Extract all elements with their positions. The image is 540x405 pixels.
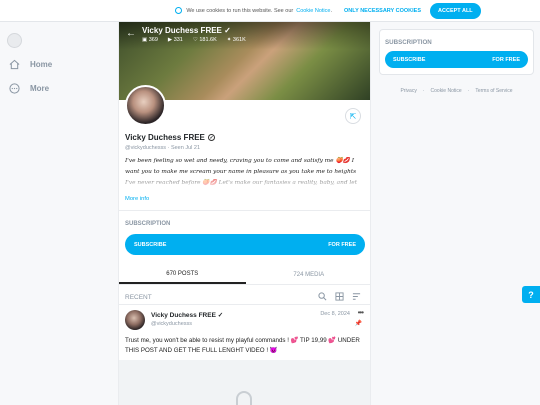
search-icon[interactable] <box>318 292 327 301</box>
post-menu-icon[interactable]: ••• <box>358 308 364 317</box>
help-icon: ? <box>528 289 534 300</box>
cover-title: Vicky Duchess FREE ✓ <box>142 26 231 35</box>
back-arrow-icon[interactable]: ← <box>126 28 136 39</box>
post-text: Trust me, you won't be able to resist my… <box>125 337 360 354</box>
feed-tools <box>318 292 361 301</box>
profile-main: ← Vicky Duchess FREE ✓ ▣ 369 ▶ 331 ♡ 181… <box>118 22 371 405</box>
sort-icon[interactable] <box>352 292 361 301</box>
tab-media[interactable]: 724 MEDIA <box>246 265 371 284</box>
post-date: Dec 8, 2024 <box>320 311 350 317</box>
likes-count: ♡ 181.6K <box>192 37 217 43</box>
locked-media[interactable] <box>119 360 370 405</box>
cookie-notice-link[interactable]: Cookie Notice <box>296 8 330 14</box>
profile-stats: ▣ 369 ▶ 331 ♡ 181.6K ✦ 361K <box>142 37 246 43</box>
post-author-avatar[interactable] <box>125 310 145 330</box>
verified-icon: ✓ <box>217 312 224 319</box>
subscribe-button[interactable]: SUBSCRIBE FOR FREE <box>385 51 528 68</box>
help-button[interactable]: ? <box>522 286 540 303</box>
footer-links: Privacy · Cookie Notice · Terms of Servi… <box>400 88 513 94</box>
privacy-link[interactable]: Privacy <box>400 88 416 94</box>
terms-link[interactable]: Terms of Service <box>475 88 512 94</box>
verified-icon: ✓ <box>224 26 231 35</box>
profile-avatar[interactable] <box>125 85 166 126</box>
share-icon: ⇱ <box>349 111 357 121</box>
subscribe-button[interactable]: SUBSCRIBE FOR FREE <box>125 234 365 255</box>
pin-icon: 📌 <box>354 321 362 327</box>
user-avatar[interactable] <box>7 33 22 48</box>
cookie-banner: We use cookies to run this website. See … <box>0 0 540 22</box>
info-icon <box>175 7 183 14</box>
nav-item-label: More <box>30 84 50 93</box>
more-icon <box>9 83 20 94</box>
subscription-card: SUBSCRIPTION SUBSCRIBE FOR FREE <box>379 29 534 75</box>
grid-icon[interactable] <box>335 292 344 301</box>
cookie-notice-link[interactable]: Cookie Notice <box>431 88 462 94</box>
subscription-label: SUBSCRIPTION <box>125 221 171 227</box>
post-author-handle[interactable]: @vickyduchesss <box>151 321 192 327</box>
only-necessary-cookies-button[interactable]: ONLY NECESSARY COOKIES <box>344 8 421 14</box>
nav-item-more[interactable]: More <box>9 83 49 94</box>
lock-icon <box>236 391 252 405</box>
fans-count: ✦ 361K <box>226 37 246 43</box>
post-author-name[interactable]: Vicky Duchess FREE ✓ <box>151 311 223 319</box>
profile-name: Vicky Duchess FREE ✓ <box>125 133 216 142</box>
share-button[interactable]: ⇱ <box>345 108 361 124</box>
more-info-link[interactable]: More info <box>125 196 149 202</box>
cookie-text: We use cookies to run this website. See … <box>186 7 294 14</box>
nav-item-label: Home <box>30 60 53 69</box>
profile-handle-line: @vickyduchesss · Seen Jul 21 <box>125 145 201 151</box>
tab-posts[interactable]: 670 POSTS <box>119 265 246 284</box>
verified-icon: ✓ <box>208 134 216 142</box>
videos-count: ▶ 331 <box>167 37 183 43</box>
recent-label: RECENT <box>125 294 152 301</box>
photos-count: ▣ 369 <box>142 37 158 43</box>
accept-all-button[interactable]: ACCEPT ALL <box>430 2 481 19</box>
subscription-label: SUBSCRIPTION <box>385 39 432 46</box>
nav-item-home[interactable]: Home <box>9 59 52 70</box>
cookie-text-dot: . <box>330 7 332 14</box>
profile-tabs: 670 POSTS 724 MEDIA <box>119 265 371 285</box>
home-icon <box>9 59 20 70</box>
left-sidebar: Home More <box>0 22 118 405</box>
